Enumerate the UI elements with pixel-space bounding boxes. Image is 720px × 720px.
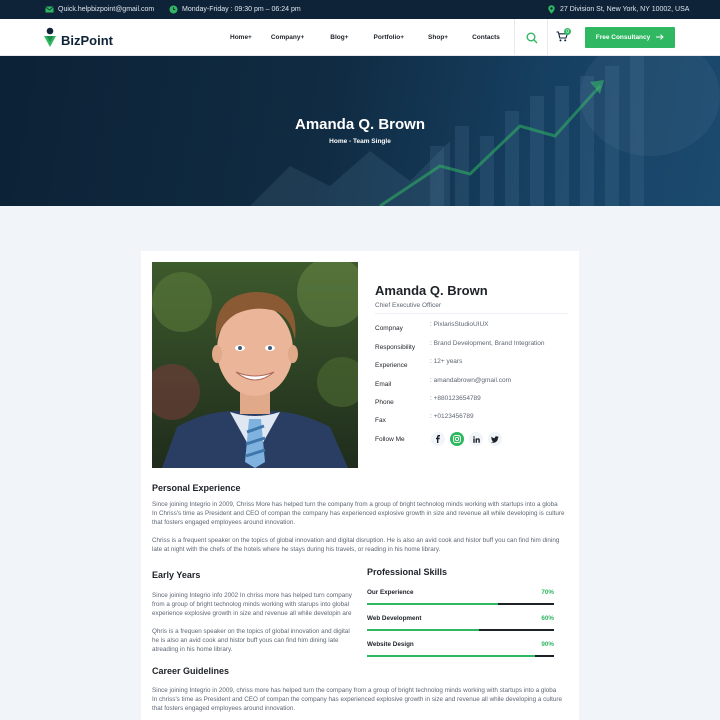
text-line: Since joining Integrio in 2009, chriss m… [152, 687, 557, 694]
cart-count-badge: 0 [564, 28, 571, 35]
header-divider [547, 19, 548, 56]
nav-portfolio[interactable]: Portfolio+ [374, 34, 405, 41]
site-header: BizPoint Home+ Company+ Blog+ Portfolio+… [0, 19, 720, 56]
skill-progress-bar [367, 629, 554, 631]
member-role: Chief Executive Officer [375, 302, 441, 309]
team-member-card: Amanda Q. Brown Chief Executive Officer … [141, 251, 579, 720]
text-line: that fosters engaged employees around in… [152, 705, 296, 712]
info-label: Email [375, 381, 392, 388]
text-line: experience explosive growth in size and … [152, 610, 352, 617]
linkedin-icon[interactable] [469, 432, 483, 446]
text-line: Since joining Integrio info 2002 In chri… [152, 592, 352, 599]
twitter-icon[interactable] [488, 432, 502, 446]
info-label: Fax [375, 417, 386, 424]
follow-me-label: Follow Me [375, 436, 405, 443]
logo-text: BizPoint [61, 32, 113, 48]
divider [375, 313, 568, 314]
page-title: Amanda Q. Brown [294, 116, 425, 133]
info-label: Experience [375, 362, 408, 369]
section-title-early-years: Early Years [152, 570, 201, 580]
header-divider [514, 19, 515, 56]
info-label: Compnay [375, 325, 403, 332]
nav-blog[interactable]: Blog+ [330, 34, 348, 41]
arrow-right-icon [656, 33, 664, 42]
nav-company[interactable]: Company+ [271, 34, 304, 41]
topbar-email[interactable]: Quick.helpbizpoint@gmail.com [45, 0, 154, 19]
nav-shop[interactable]: Shop+ [428, 34, 448, 41]
facebook-icon[interactable] [431, 432, 445, 446]
logo-mark-icon [43, 27, 57, 53]
topbar-hours: Monday-Friday : 09:30 pm – 06:24 pm [169, 0, 301, 19]
info-label: Responsibility [375, 344, 416, 351]
cart-button[interactable]: 0 [555, 28, 571, 45]
envelope-icon [45, 5, 54, 14]
info-label: Phone [375, 399, 394, 406]
topbar-address-text: 27 Division St, New York, NY 10002, USA [560, 6, 690, 13]
team-member-photo [152, 262, 358, 468]
section-title-career-guidelines: Career Guidelines [152, 666, 230, 676]
skill-percent: 90% [541, 641, 554, 648]
text-line: late at night with the chefs of the hote… [152, 546, 441, 553]
skill-progress-fill [367, 629, 480, 631]
skill-progress-bar [367, 655, 554, 657]
topbar-email-text: Quick.helpbizpoint@gmail.com [58, 6, 155, 13]
text-line: In Chriss's time as President and CEO of… [152, 510, 565, 517]
info-value: : 12+ years [430, 358, 463, 365]
info-value: : PixlarisStudioUIUX [430, 321, 489, 328]
text-line: Since joining Integrio in 2009, Chriss M… [152, 501, 558, 508]
skill-progress-fill [367, 655, 536, 657]
free-consultancy-button[interactable]: Free Consultancy [585, 27, 675, 48]
search-icon[interactable] [525, 31, 539, 45]
main-nav: Home+ Company+ Blog+ Portfolio+ Shop+ Co… [230, 19, 500, 56]
info-value[interactable]: : +880123654789 [430, 395, 481, 402]
skill-label: Web Development [367, 615, 422, 622]
map-pin-icon [547, 5, 556, 14]
free-consultancy-label: Free Consultancy [595, 34, 651, 41]
personal-experience-paragraph-2: Chriss is a frequent speaker on the topi… [152, 536, 572, 554]
clock-icon [169, 5, 178, 14]
section-title-personal-experience: Personal Experience [152, 483, 241, 493]
topbar-hours-text: Monday-Friday : 09:30 pm – 06:24 pm [182, 6, 301, 13]
skill-progress-bar [367, 603, 554, 605]
logo[interactable]: BizPoint [43, 27, 113, 53]
career-guidelines-paragraph: Since joining Integrio in 2009, chriss m… [152, 686, 572, 713]
info-value[interactable]: : amandabrown@gmail.com [430, 377, 511, 384]
text-line: atreading in his home library. [152, 646, 233, 653]
instagram-icon[interactable] [450, 432, 464, 446]
topbar-address: 27 Division St, New York, NY 10002, USA [547, 0, 689, 19]
info-value: : +0123456789 [430, 413, 474, 420]
text-line: In chriss's time as President and CEO of… [152, 696, 563, 703]
topbar: Quick.helpbizpoint@gmail.com Monday-Frid… [0, 0, 720, 19]
early-years-paragraph-2: Qhris is a frequen speaker on the topics… [152, 627, 357, 654]
personal-experience-paragraph-1: Since joining Integrio in 2009, Chriss M… [152, 500, 572, 527]
text-line: Chriss is a frequent speaker on the topi… [152, 537, 560, 544]
skill-label: Our Experience [367, 589, 414, 596]
skill-percent: 70% [541, 589, 554, 596]
page-hero: Amanda Q. Brown Home - Team Single [0, 56, 720, 206]
skill-progress-fill [367, 603, 498, 605]
text-line: that fosters engaged employees around in… [152, 519, 296, 526]
text-line: from a group of bright technolog minds w… [152, 601, 350, 608]
text-line: Qhris is a frequen speaker on the topics… [152, 628, 350, 635]
text-line: he is also an avid cook and histor buff … [152, 637, 339, 644]
skill-percent: 60% [541, 615, 554, 622]
skill-label: Website Design [367, 641, 414, 648]
nav-contacts[interactable]: Contacts [472, 34, 500, 41]
early-years-paragraph-1: Since joining Integrio info 2002 In chri… [152, 591, 357, 618]
section-title-professional-skills: Professional Skills [367, 567, 448, 577]
nav-home[interactable]: Home+ [230, 34, 252, 41]
breadcrumb[interactable]: Home - Team Single [0, 138, 720, 145]
member-name: Amanda Q. Brown [375, 283, 488, 298]
info-value: : Brand Development, Brand Integration [430, 340, 545, 347]
